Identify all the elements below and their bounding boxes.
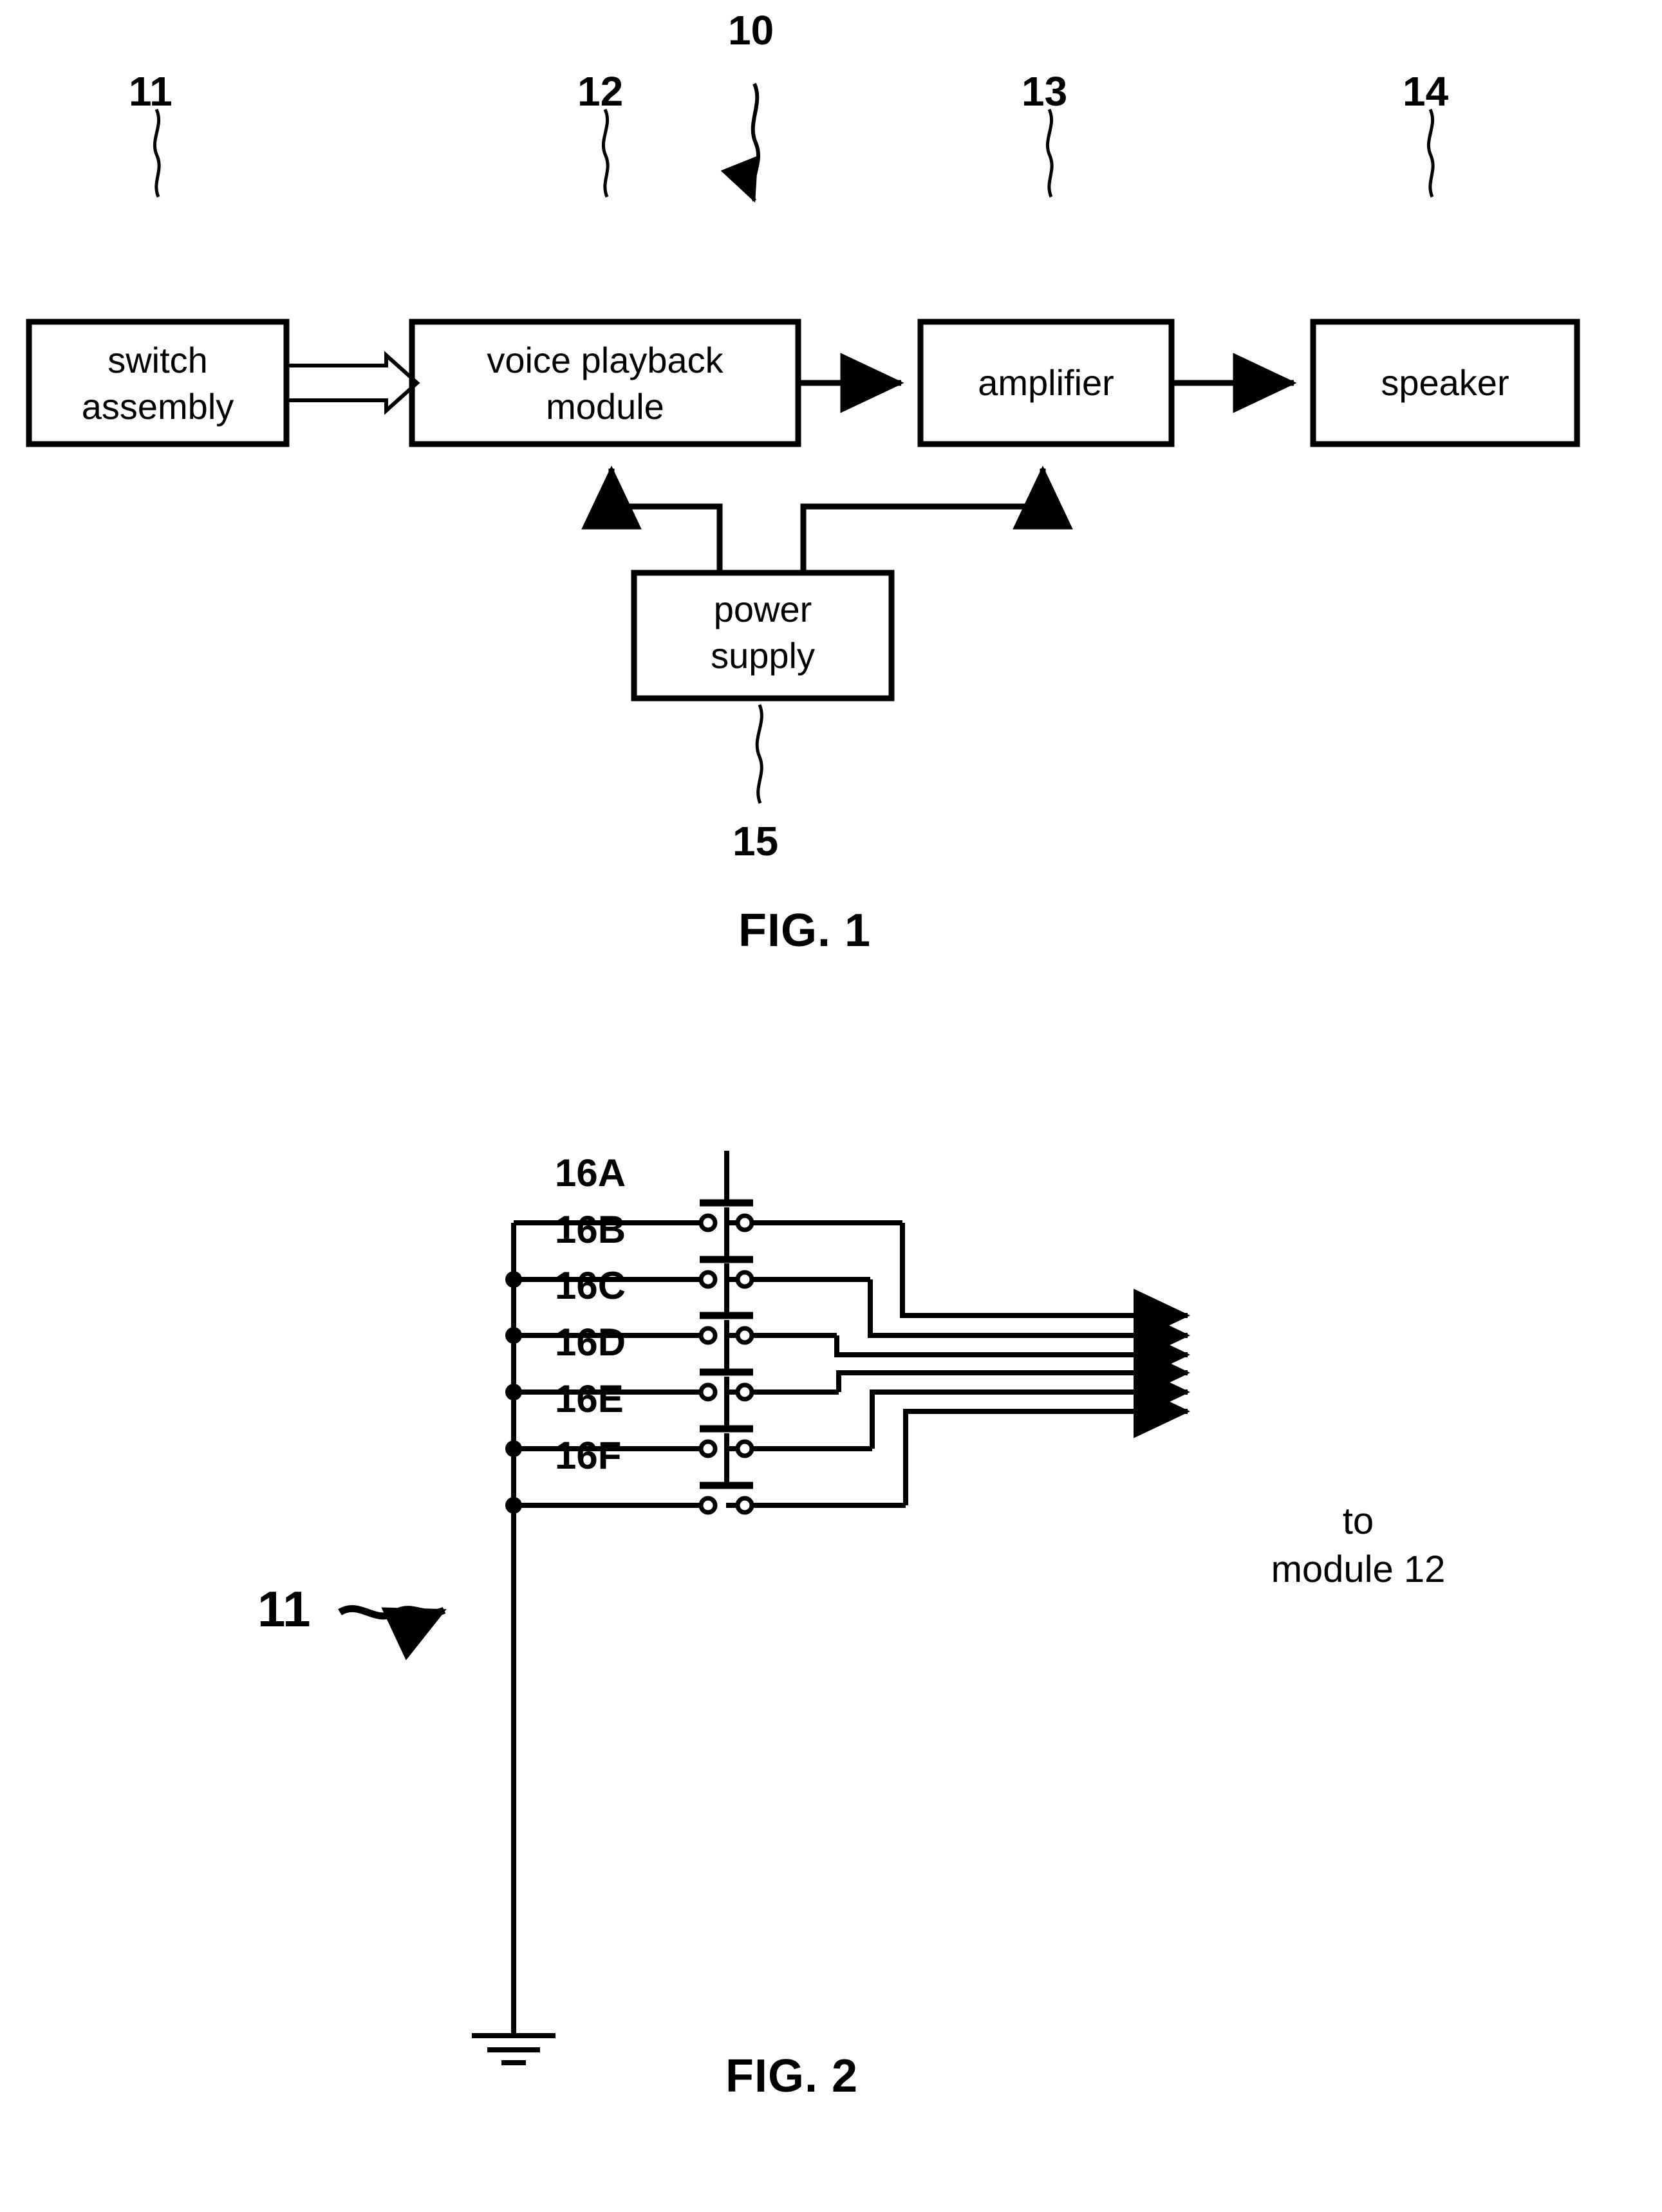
conn-power-to-module [581,465,723,573]
output-wire-16F [903,1384,1190,1505]
ref-label-10: 10 [728,7,774,53]
switch-label-16B: 16B [555,1208,626,1251]
ref-label-fig2-11: 11 [257,1581,311,1637]
output-wire-16D [836,1346,1190,1400]
switch-label-16A: 16A [555,1151,626,1194]
destination-label-line2: module 12 [1271,1548,1446,1590]
block-label-power-supply-line2: supply [711,635,815,676]
output-wire-16A [900,1223,1190,1343]
block-label-speaker: speaker [1381,362,1509,403]
block-label-amplifier: amplifier [978,362,1114,403]
fig2-output-wires [834,1223,1190,1505]
block-label-switch-assembly-line1: switch [107,340,208,380]
conn-power-to-amplifier [800,465,1073,573]
block-label-voice-playback-module-line1: voice playback [487,340,724,380]
destination-label-line1: to [1342,1500,1374,1542]
drawing-linework [26,82,1580,2065]
block-label-power-supply-line1: power [713,589,812,629]
ref-label-11: 11 [129,68,173,115]
ground-icon [472,2033,556,2065]
switch-label-16C: 16C [555,1264,626,1307]
figure-caption-fig1: FIG. 1 [738,905,872,956]
switch-label-16E: 16E [555,1377,624,1420]
leader-squiggle-fig2-11 [338,1605,447,1660]
patent-drawing-sheet: 10 11 12 13 14 15 switch assembly voice … [0,0,1662,2212]
ref-label-14: 14 [1403,68,1449,115]
conn-switch-to-module [288,351,420,415]
switch-label-16F: 16F [555,1434,622,1477]
figure-caption-fig2: FIG. 2 [725,2050,859,2102]
output-wire-16B [868,1279,1190,1362]
block-label-switch-assembly-line2: assembly [81,386,234,427]
switch-label-16D: 16D [555,1321,626,1364]
output-wire-16E [870,1365,1190,1449]
output-wire-16C [834,1328,1190,1382]
ref-label-12: 12 [577,68,624,115]
block-label-voice-playback-module-line2: module [546,386,664,427]
ref-label-15: 15 [733,818,779,864]
ref-label-13: 13 [1022,68,1068,115]
